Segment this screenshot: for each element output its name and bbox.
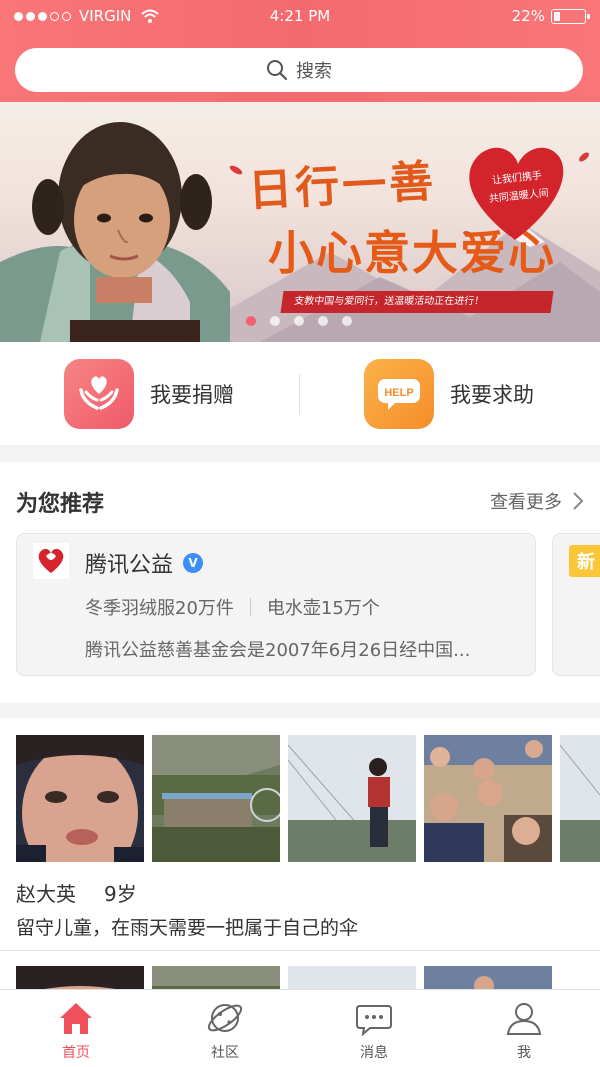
battery-info: 22%	[511, 7, 590, 25]
story-photo[interactable]	[424, 966, 552, 990]
request-help-button[interactable]: HELP 我要求助	[364, 358, 534, 430]
home-icon	[60, 1003, 92, 1034]
charity-name-row: 腾讯公益 V	[85, 547, 204, 579]
action-divider	[299, 374, 300, 414]
banner-slogan-2: 小心意大爱心	[268, 226, 556, 280]
tab-community[interactable]: 社区	[175, 998, 275, 1062]
header: VIRGIN 4:21 PM 22% 搜索	[0, 0, 600, 102]
new-badge: 新	[569, 545, 600, 577]
child-age: 9岁	[104, 882, 137, 906]
search-placeholder: 搜索	[296, 61, 332, 82]
pager-dot[interactable]	[318, 316, 328, 326]
battery-icon	[551, 8, 590, 24]
heart-hands-icon	[64, 359, 134, 429]
banner-pager[interactable]	[246, 316, 352, 326]
story-photos	[16, 966, 552, 990]
story-photo[interactable]	[288, 966, 416, 990]
story-item[interactable]: 赵大英 9岁 留守儿童，在雨天需要一把属于自己的伞	[0, 718, 600, 950]
charity-name: 腾讯公益	[85, 553, 174, 578]
planet-icon	[207, 1004, 243, 1032]
bottom-tab-bar: 首页 社区 消息 我	[0, 989, 600, 1067]
view-more-label: 查看更多	[490, 492, 562, 513]
story-photo[interactable]	[16, 966, 144, 990]
pager-dot[interactable]	[342, 316, 352, 326]
tab-label: 消息	[360, 1045, 388, 1061]
user-icon	[506, 1003, 542, 1035]
tab-label: 首页	[62, 1045, 90, 1061]
tab-label: 社区	[211, 1045, 239, 1061]
search-bar[interactable]: 搜索	[15, 48, 583, 92]
chevron-right-icon	[573, 492, 584, 510]
view-more-link[interactable]: 查看更多	[490, 488, 584, 514]
status-time: 4:21 PM	[269, 7, 331, 25]
story-photo[interactable]	[288, 735, 416, 862]
donate-label: 我要捐赠	[150, 383, 234, 407]
story-photo[interactable]	[16, 735, 144, 862]
help-icon-text: HELP	[384, 387, 413, 399]
pager-dot[interactable]	[294, 316, 304, 326]
pager-dot[interactable]	[270, 316, 280, 326]
charity-description: 腾讯公益慈善基金会是2007年6月26日经中国...	[85, 640, 471, 661]
story-description: 留守儿童，在雨天需要一把属于自己的伞	[16, 917, 359, 939]
charity-tag: 冬季羽绒服20万件	[85, 598, 234, 619]
app-screen: VIRGIN 4:21 PM 22% 搜索 日行一善 小心意大爱心 让我们携手 …	[0, 0, 600, 1067]
next-charity-card[interactable]: 新	[552, 533, 600, 676]
recommend-section: 为您推荐 查看更多 腾讯公益 V 冬季羽绒服20万件 电水壶15万个 腾讯公益慈…	[0, 462, 600, 703]
tab-home[interactable]: 首页	[26, 998, 126, 1062]
battery-percent: 22%	[511, 7, 545, 25]
charity-card[interactable]: 腾讯公益 V 冬季羽绒服20万件 电水壶15万个 腾讯公益慈善基金会是2007年…	[16, 533, 536, 676]
story-photo[interactable]	[152, 966, 280, 990]
tab-label: 我	[517, 1045, 531, 1061]
story-photo[interactable]	[560, 735, 600, 862]
section-title: 为您推荐	[16, 492, 105, 517]
child-name: 赵大英	[16, 882, 76, 906]
help-bubble-icon: HELP	[364, 359, 434, 429]
tab-profile[interactable]: 我	[474, 998, 574, 1062]
verified-icon: V	[183, 553, 204, 573]
banner-slogan-1: 日行一善	[247, 156, 438, 217]
promo-banner[interactable]: 日行一善 小心意大爱心 让我们携手 共同温暖人间 支教中国与爱同行，送温暖活动正…	[0, 102, 600, 342]
tab-messages[interactable]: 消息	[324, 998, 424, 1062]
story-photos	[16, 735, 600, 862]
chat-icon	[356, 1005, 392, 1037]
banner-tagline: 支教中国与爱同行，送温暖活动正在进行！	[280, 291, 554, 313]
status-bar: VIRGIN 4:21 PM 22%	[0, 0, 600, 32]
story-photo[interactable]	[424, 735, 552, 862]
story-photo[interactable]	[152, 735, 280, 862]
story-item-next[interactable]	[0, 950, 600, 990]
tencent-charity-logo-icon	[33, 543, 69, 579]
pager-dot[interactable]	[246, 316, 256, 326]
donate-button[interactable]: 我要捐赠	[64, 358, 234, 430]
charity-tag: 电水壶15万个	[266, 598, 380, 619]
request-help-label: 我要求助	[450, 383, 534, 407]
quick-actions: 我要捐赠 HELP 我要求助	[0, 342, 600, 445]
charity-tags: 冬季羽绒服20万件 电水壶15万个	[85, 594, 380, 620]
search-icon	[267, 60, 288, 81]
